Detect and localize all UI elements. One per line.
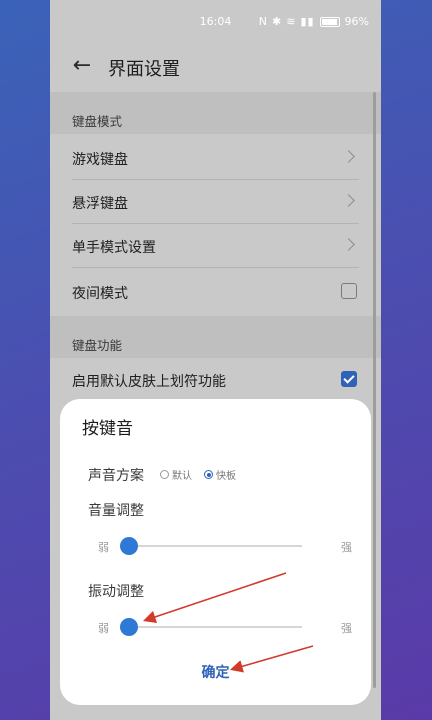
signal-icon: ▮▮ — [300, 15, 315, 28]
slider-low-label: 弱 — [98, 622, 109, 635]
page-header: ← 界面设置 — [50, 42, 381, 90]
sound-scheme-label: 声音方案 — [88, 468, 144, 484]
row-one-hand-mode[interactable]: 单手模式设置 — [50, 224, 381, 268]
status-icons: N ✱ ≋ ▮▮ 96% — [259, 15, 369, 28]
chevron-right-icon — [342, 238, 355, 251]
status-bar: 16:04 N ✱ ≋ ▮▮ 96% — [50, 0, 381, 42]
section-keyboard-mode: 键盘模式 — [50, 92, 381, 134]
sound-scheme-options: 默认 快板 — [160, 467, 248, 482]
row-label: 悬浮键盘 — [72, 196, 128, 212]
row-night-mode[interactable]: 夜间模式 — [50, 270, 381, 314]
row-swipe-symbols[interactable]: 启用默认皮肤上划符功能 — [50, 358, 381, 402]
confirm-button[interactable]: 确定 — [60, 662, 371, 682]
slider-track[interactable] — [129, 626, 302, 628]
row-label: 夜间模式 — [72, 286, 128, 302]
battery-percent: 96% — [344, 15, 369, 28]
bluetooth-icon: ✱ — [272, 15, 282, 28]
section-keyboard-function: 键盘功能 — [50, 316, 381, 358]
radio-default[interactable] — [160, 470, 169, 479]
row-label: 游戏键盘 — [72, 152, 128, 168]
slider-track[interactable] — [129, 545, 302, 547]
chevron-right-icon — [342, 194, 355, 207]
row-label: 启用默认皮肤上划符功能 — [72, 374, 226, 390]
key-sound-dialog: 按键音 声音方案 默认 快板 音量调整 弱 强 振动调整 弱 强 确定 — [60, 399, 371, 705]
vibration-slider[interactable]: 弱 强 — [82, 617, 352, 637]
row-floating-keyboard[interactable]: 悬浮键盘 — [50, 180, 381, 224]
battery-icon — [319, 16, 340, 27]
vibration-label: 振动调整 — [88, 584, 144, 600]
divider — [72, 267, 359, 268]
phone-screen: 16:04 N ✱ ≋ ▮▮ 96% ← 界面设置 键盘模式 游戏键盘 悬浮键盘… — [50, 0, 381, 720]
dialog-title: 按键音 — [82, 419, 133, 439]
slider-thumb[interactable] — [120, 537, 138, 555]
row-label: 单手模式设置 — [72, 240, 156, 256]
volume-slider[interactable]: 弱 强 — [82, 536, 352, 556]
section-title: 键盘模式 — [72, 114, 123, 129]
slider-thumb[interactable] — [120, 618, 138, 636]
volume-label: 音量调整 — [88, 503, 144, 519]
wifi-icon: ≋ — [286, 15, 296, 28]
scrollbar[interactable] — [373, 92, 376, 688]
radio-default-label: 默认 — [172, 471, 192, 482]
section-title: 键盘功能 — [72, 338, 123, 353]
nfc-icon: N — [258, 15, 267, 28]
slider-low-label: 弱 — [98, 541, 109, 554]
checkbox-icon[interactable] — [341, 283, 357, 299]
slider-high-label: 强 — [341, 622, 352, 635]
radio-kuaiban-label: 快板 — [216, 471, 236, 482]
chevron-right-icon — [342, 150, 355, 163]
slider-high-label: 强 — [341, 541, 352, 554]
radio-kuaiban[interactable] — [204, 470, 213, 479]
back-arrow-icon[interactable]: ← — [68, 52, 96, 80]
page-title: 界面设置 — [108, 59, 180, 80]
checkbox-icon[interactable] — [341, 371, 357, 387]
bottom-strip — [50, 706, 381, 720]
row-game-keyboard[interactable]: 游戏键盘 — [50, 136, 381, 180]
